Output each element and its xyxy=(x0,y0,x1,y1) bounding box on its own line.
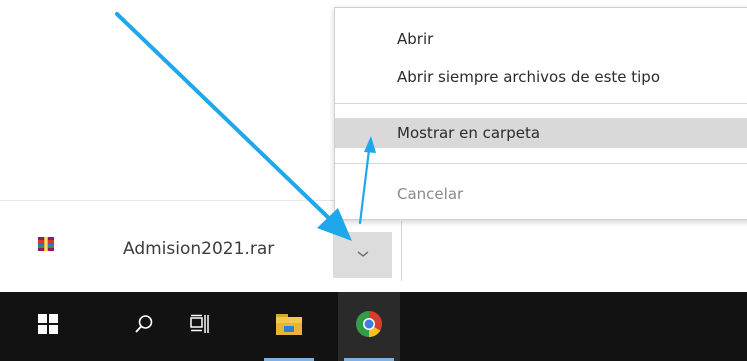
taskbar-search-button[interactable] xyxy=(124,292,164,361)
menu-item-cancel[interactable]: Cancelar xyxy=(335,179,747,209)
file-explorer-icon xyxy=(275,312,303,341)
chevron-down-icon xyxy=(356,246,370,264)
download-file-name: Admision2021.rar xyxy=(123,239,275,259)
menu-item-always-open[interactable]: Abrir siempre archivos de este tipo xyxy=(335,62,747,92)
download-context-menu: Abrir Abrir siempre archivos de este tip… xyxy=(334,7,747,220)
menu-item-label: Abrir siempre archivos de este tipo xyxy=(397,68,661,86)
chrome-icon xyxy=(355,310,383,343)
menu-item-label: Mostrar en carpeta xyxy=(397,124,541,142)
download-options-button[interactable] xyxy=(333,232,392,278)
chrome-taskbar-button[interactable] xyxy=(338,292,400,361)
task-view-button[interactable] xyxy=(180,292,220,361)
winrar-archive-icon xyxy=(38,237,54,251)
menu-separator xyxy=(335,163,747,164)
file-explorer-button[interactable] xyxy=(258,292,320,361)
menu-item-label: Cancelar xyxy=(397,185,464,203)
start-button[interactable] xyxy=(28,292,68,361)
search-icon xyxy=(134,314,154,339)
menu-item-label: Abrir xyxy=(397,30,434,48)
shelf-divider xyxy=(401,221,402,281)
task-view-icon xyxy=(190,314,210,339)
menu-item-show-in-folder[interactable]: Mostrar en carpeta xyxy=(335,118,747,148)
windows-start-icon xyxy=(38,314,58,339)
windows-taskbar xyxy=(0,292,747,361)
menu-separator xyxy=(335,103,747,104)
menu-item-open[interactable]: Abrir xyxy=(335,24,747,54)
